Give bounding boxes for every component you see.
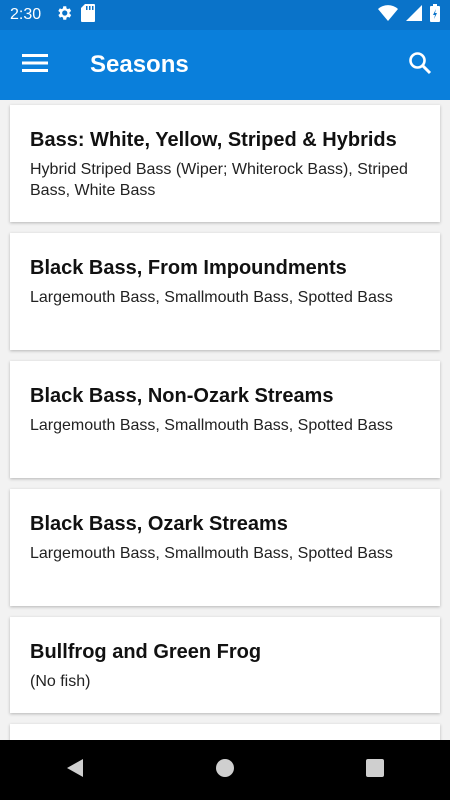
back-button[interactable] [45,740,105,800]
home-button[interactable] [195,740,255,800]
item-subtitle: (No fish) [30,673,91,690]
page-title: Seasons [90,51,189,78]
item-subtitle: Hybrid Striped Bass (Wiper; Whiterock Ba… [30,161,408,199]
item-title: Black Bass, From Impoundments [30,257,347,279]
status-time: 2:30 [10,6,42,23]
item-subtitle: Largemouth Bass, Smallmouth Bass, Spotte… [30,417,393,434]
hamburger-menu-icon [22,53,48,78]
menu-button[interactable] [0,30,70,100]
item-title: Black Bass, Non-Ozark Streams [30,385,334,407]
item-title: Black Bass, Ozark Streams [30,513,288,535]
item-subtitle: Largemouth Bass, Smallmouth Bass, Spotte… [30,289,393,306]
recents-icon [365,758,385,783]
search-icon [408,51,432,80]
recents-button[interactable] [345,740,405,800]
list-item[interactable]: Bass: White, Yellow, Striped & Hybrids H… [10,105,440,222]
home-icon [215,758,235,783]
seasons-list[interactable]: Bass: White, Yellow, Striped & Hybrids H… [0,100,450,740]
item-title: Bass: White, Yellow, Striped & Hybrids [30,129,397,151]
signal-icon [406,4,422,26]
list-item[interactable] [10,724,440,740]
item-title: Bullfrog and Green Frog [30,641,262,663]
search-button[interactable] [390,30,450,100]
list-item[interactable]: Black Bass, Non-Ozark Streams Largemouth… [10,361,440,478]
list-item[interactable]: Bullfrog and Green Frog (No fish) [10,617,440,713]
list-item[interactable]: Black Bass, Ozark Streams Largemouth Bas… [10,489,440,606]
gear-icon [55,4,73,27]
item-subtitle: Largemouth Bass, Smallmouth Bass, Spotte… [30,545,393,562]
list-item[interactable]: Black Bass, From Impoundments Largemouth… [10,233,440,350]
battery-icon [430,3,440,27]
app-bar: Seasons [0,30,450,100]
wifi-icon [378,4,398,26]
sd-card-icon [81,3,96,27]
status-bar: 2:30 [0,0,450,30]
back-icon [65,758,85,783]
navigation-bar [0,740,450,800]
